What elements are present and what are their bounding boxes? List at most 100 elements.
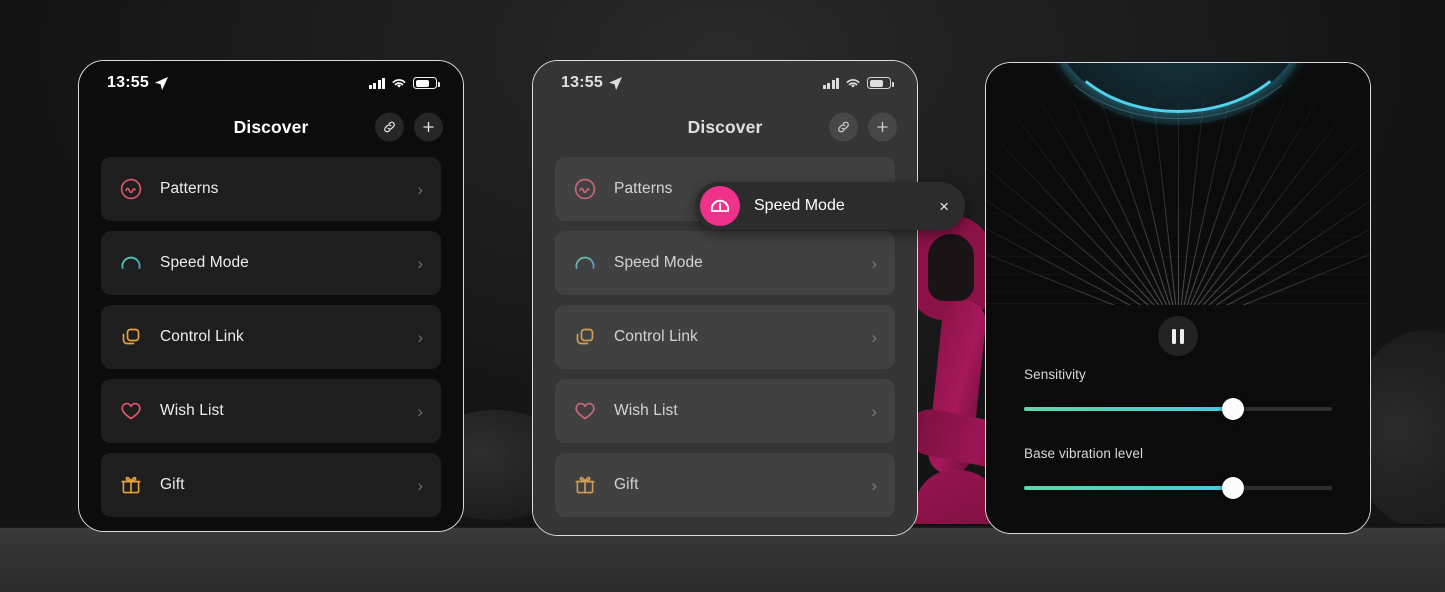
list-item-label: Wish List [614,402,678,419]
speed-visualizer [986,63,1370,305]
speedometer-icon [571,249,599,277]
base-vibration-slider[interactable] [1024,477,1332,499]
discover-list: Patterns › Speed Mode [79,153,463,517]
plus-icon [423,121,434,133]
chevron-right-icon: › [871,327,877,347]
list-item-speed-mode[interactable]: Speed Mode › [555,231,895,295]
plus-icon [877,121,888,133]
chevron-right-icon: › [417,179,423,199]
page-title: Discover [687,116,763,137]
status-bar-left: 13:55 [107,74,169,92]
link-button[interactable] [829,112,858,142]
screen-discover: 13:55 Discover Patterns › Speed Mode › C… [79,61,463,531]
add-button[interactable] [414,112,443,142]
background-desk-surface [0,528,1445,592]
list-item-wish-list[interactable]: Wish List › [555,379,895,443]
list-item-patterns[interactable]: Patterns › [101,157,441,221]
speedometer-icon [117,249,145,277]
gift-icon [117,471,145,499]
list-item-label: Control Link [160,328,244,345]
list-item-label: Control Link [614,328,698,345]
location-arrow-icon [608,76,622,90]
wifi-icon [392,79,406,88]
grid-horizontal-line [986,160,1370,161]
add-button[interactable] [868,112,897,142]
sensitivity-label: Sensitivity [1024,367,1086,382]
location-arrow-icon [154,76,168,90]
toast-label: Speed Mode [754,197,845,214]
page-title: Discover [233,116,309,137]
list-item-gift[interactable]: Gift › [555,453,895,517]
header-actions [829,112,897,142]
chevron-right-icon: › [871,401,877,421]
pause-icon-bar-right [1180,328,1184,344]
battery-icon [413,77,440,89]
grid-horizontal-line [986,213,1370,214]
gift-icon [571,471,599,499]
screen-discover-dimmed: 13:55 Discover Patterns Speed Mode › Con… [533,61,917,535]
list-item-label: Gift [160,476,185,493]
pause-button[interactable] [1158,316,1198,356]
grid-horizontal-line [986,303,1370,304]
status-bar-right [368,77,440,89]
grid-horizontal-line [986,274,1370,276]
link-icon [384,121,395,133]
link-icon [838,121,849,133]
wave-circle-icon [117,175,145,203]
close-icon[interactable]: × [933,198,949,215]
status-time: 13:55 [107,74,149,91]
list-item-control-link[interactable]: Control Link › [555,305,895,369]
cellular-bars-icon [368,77,385,89]
screenshot-scene: 13:55 Discover Patterns › Speed Mode › C… [0,0,1445,592]
slider-fill [1024,407,1234,411]
header-bar: Discover [79,101,463,153]
status-bar: 13:55 [79,61,463,101]
chevron-right-icon: › [417,475,423,495]
grid-horizontal-line [986,236,1370,237]
list-item-control-link[interactable]: Control Link › [101,305,441,369]
list-item-wish-list[interactable]: Wish List › [101,379,441,443]
heart-icon [571,397,599,425]
chevron-right-icon: › [417,327,423,347]
link-squares-icon [117,323,145,351]
pause-icon-bar-left [1172,328,1176,344]
list-item-speed-mode[interactable]: Speed Mode › [101,231,441,295]
transport-row [986,305,1370,367]
slider-thumb[interactable] [1222,477,1245,499]
chevron-right-icon: › [871,475,877,495]
screen-speed-mode: Sensitivity Base vibration level [986,63,1370,533]
grid-horizontal-line [986,189,1370,190]
grid-horizontal-line [986,256,1370,257]
chevron-right-icon: › [417,401,423,421]
list-item-label: Gift [614,476,639,493]
link-button[interactable] [375,112,404,142]
list-item-gift[interactable]: Gift › [101,453,441,517]
grid-horizontal-line [986,290,1370,292]
perspective-grid [986,101,1370,305]
list-item-label: Speed Mode [614,254,703,271]
list-item-label: Patterns [160,180,219,197]
speedometer-icon [710,199,730,212]
base-vibration-label: Base vibration level [1024,446,1144,461]
cellular-bars-icon [822,77,839,89]
speed-mode-toast[interactable]: Speed Mode × [695,182,965,230]
slider-fill [1024,486,1234,490]
status-bar-right [822,77,894,89]
grid-radial-line [1178,112,1370,305]
header-bar: Discover [533,101,917,153]
list-item-label: Speed Mode [160,254,249,271]
sensitivity-slider[interactable] [1024,398,1332,420]
phone-panel-discover-toast: 13:55 Discover Patterns Speed Mode › Con… [532,60,918,536]
chevron-right-icon: › [871,253,877,273]
status-bar-left: 13:55 [561,74,623,92]
phone-panel-speed-mode: Sensitivity Base vibration level [985,62,1371,534]
status-bar: 13:55 [533,61,917,101]
toast-badge [700,186,740,226]
heart-icon [117,397,145,425]
controls-section: Sensitivity Base vibration level [986,367,1370,499]
chevron-right-icon: › [417,253,423,273]
list-item-label: Wish List [160,402,224,419]
slider-thumb[interactable] [1222,398,1245,420]
wave-circle-icon [571,175,599,203]
wifi-icon [846,79,860,88]
